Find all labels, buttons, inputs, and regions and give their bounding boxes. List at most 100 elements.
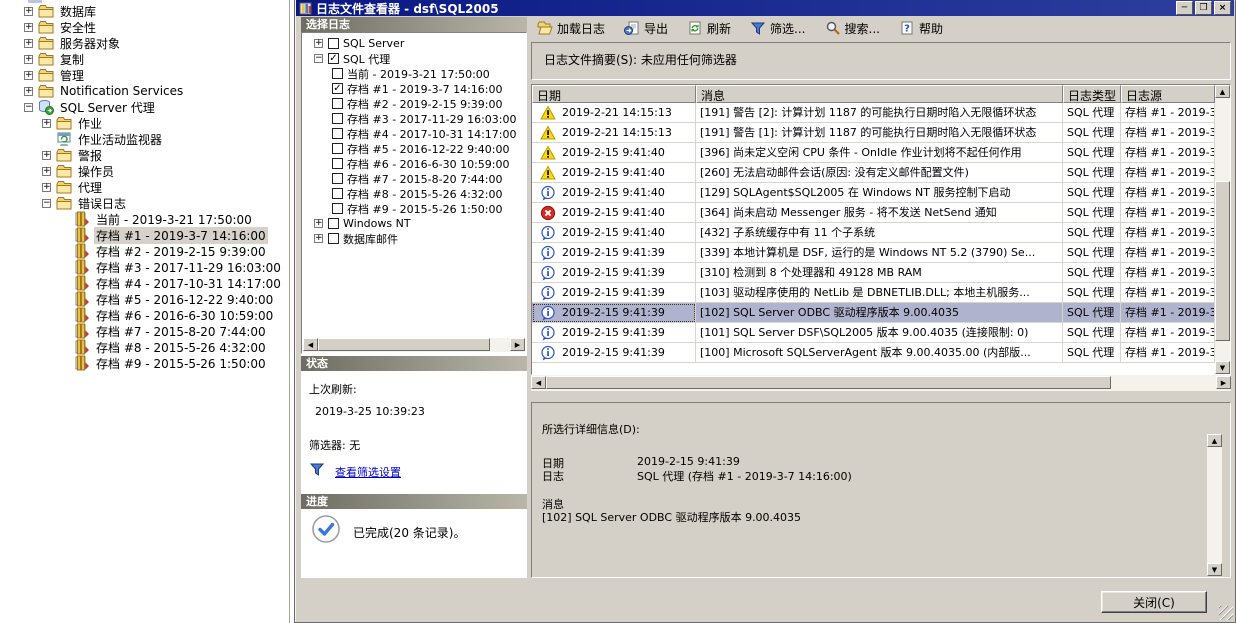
object-explorer-item[interactable]: 存档 #4 - 2017-10-31 14:17:00	[0, 275, 289, 291]
log-grid-row[interactable]: 2019-2-15 9:41:39[310] 检测到 8 个处理器和 49128…	[532, 263, 1215, 283]
log-checkbox[interactable]	[332, 128, 343, 139]
log-checkbox[interactable]	[332, 113, 343, 124]
expand-icon[interactable]: +	[24, 23, 33, 32]
resize-grip[interactable]	[1219, 606, 1233, 620]
select-log-item[interactable]: −✓SQL 代理	[302, 51, 526, 66]
log-grid-row[interactable]: 2019-2-15 9:41:40[432] 子系统缓存中有 11 个子系统SQ…	[532, 223, 1215, 243]
scroll-down-icon[interactable]: ▼	[1207, 563, 1222, 576]
log-grid-row[interactable]: 2019-2-21 14:15:13[191] 警告 [2]: 计算计划 118…	[532, 103, 1215, 123]
log-checkbox[interactable]	[332, 203, 343, 214]
object-explorer-item[interactable]: 存档 #9 - 2015-5-26 1:50:00	[0, 355, 289, 371]
minimize-button[interactable]: ─	[1176, 1, 1193, 15]
select-log-item[interactable]: 存档 #9 - 2015-5-26 1:50:00	[302, 201, 526, 216]
log-checkbox[interactable]	[328, 38, 339, 49]
object-explorer-item[interactable]: +作业	[0, 115, 289, 131]
toolbar-button-open-folder[interactable]: 加载日志	[535, 19, 607, 38]
select-log-item[interactable]: ✓存档 #1 - 2019-3-7 14:16:00	[302, 81, 526, 96]
vscroll-thumb[interactable]	[1215, 181, 1230, 341]
object-explorer-item[interactable]: +代理	[0, 179, 289, 195]
scroll-right-icon[interactable]: ▶	[1216, 376, 1231, 389]
expand-icon[interactable]: +	[24, 87, 33, 96]
toolbar-button-search[interactable]: 搜索...	[823, 19, 882, 38]
log-grid-row[interactable]: 2019-2-15 9:41:40[364] 尚未启动 Messenger 服务…	[532, 203, 1215, 223]
collapse-icon[interactable]: −	[314, 54, 323, 63]
select-log-item[interactable]: +SQL Server	[302, 36, 526, 51]
collapse-icon[interactable]: −	[42, 199, 51, 208]
select-log-item[interactable]: 存档 #4 - 2017-10-31 14:17:00	[302, 126, 526, 141]
object-explorer-item[interactable]: 存档 #6 - 2016-6-30 10:59:00	[0, 307, 289, 323]
object-explorer-item[interactable]: +数据库	[0, 3, 289, 19]
log-checkbox[interactable]	[332, 158, 343, 169]
expand-icon[interactable]: +	[24, 55, 33, 64]
scroll-down-icon[interactable]: ▼	[1215, 361, 1230, 374]
log-checkbox[interactable]	[332, 173, 343, 184]
scroll-up-icon[interactable]: ▲	[1207, 434, 1222, 447]
log-grid-row[interactable]: 2019-2-21 14:15:13[191] 警告 [1]: 计算计划 118…	[532, 123, 1215, 143]
log-checkbox[interactable]	[332, 143, 343, 154]
close-button[interactable]: 关闭(C)	[1101, 591, 1207, 613]
expand-icon[interactable]: +	[24, 7, 33, 16]
object-explorer-item[interactable]: 存档 #3 - 2017-11-29 16:03:00	[0, 259, 289, 275]
maximize-button[interactable]: ❒	[1195, 1, 1212, 15]
select-logs-hscrollbar[interactable]: ◀ ▶	[303, 338, 525, 352]
object-explorer-item[interactable]: +服务器对象	[0, 35, 289, 51]
object-explorer-item[interactable]: 存档 #7 - 2015-8-20 7:44:00	[0, 323, 289, 339]
toolbar-button-refresh[interactable]: 刷新	[685, 19, 733, 38]
expand-icon[interactable]: +	[42, 183, 51, 192]
object-explorer-item[interactable]: 作业活动监视器	[0, 131, 289, 147]
log-checkbox[interactable]	[328, 218, 339, 229]
expand-icon[interactable]: +	[42, 167, 51, 176]
object-explorer-item[interactable]: +操作员	[0, 163, 289, 179]
object-explorer-item[interactable]: 存档 #8 - 2015-5-26 4:32:00	[0, 339, 289, 355]
log-grid-row[interactable]: 2019-2-15 9:41:39[102] SQL Server ODBC 驱…	[532, 303, 1215, 323]
object-explorer-item[interactable]: 当前 - 2019-3-21 17:50:00	[0, 211, 289, 227]
object-explorer-item[interactable]: +复制	[0, 51, 289, 67]
object-explorer-item[interactable]: +Notification Services	[0, 83, 289, 99]
toolbar-button-help[interactable]: ?帮助	[897, 19, 945, 38]
object-explorer-item[interactable]: 存档 #5 - 2016-12-22 9:40:00	[0, 291, 289, 307]
log-checkbox[interactable]: ✓	[332, 83, 343, 94]
column-header-logsource[interactable]: 日志源	[1121, 85, 1215, 103]
log-checkbox[interactable]	[332, 98, 343, 109]
select-log-item[interactable]: 存档 #3 - 2017-11-29 16:03:00	[302, 111, 526, 126]
expand-icon[interactable]: +	[314, 219, 323, 228]
dialog-titlebar[interactable]: 日志文件查看器 - dsf\SQL2005 ─ ❒ ×	[296, 0, 1234, 16]
object-explorer-item[interactable]: 存档 #2 - 2019-2-15 9:39:00	[0, 243, 289, 259]
select-log-item[interactable]: +Windows NT	[302, 216, 526, 231]
object-explorer-item[interactable]: +安全性	[0, 19, 289, 35]
log-grid-row[interactable]: 2019-2-15 9:41:40[260] 无法启动邮件会话(原因: 没有定义…	[532, 163, 1215, 183]
select-log-item[interactable]: 当前 - 2019-3-21 17:50:00	[302, 66, 526, 81]
expand-icon[interactable]: +	[24, 39, 33, 48]
log-checkbox[interactable]	[328, 233, 339, 244]
log-checkbox[interactable]: ✓	[328, 53, 339, 64]
toolbar-button-export[interactable]: 导出	[622, 19, 670, 38]
log-grid-row[interactable]: 2019-2-15 9:41:39[339] 本地计算机是 DSF, 运行的是 …	[532, 243, 1215, 263]
column-header-message[interactable]: 消息	[696, 85, 1063, 103]
hscroll-thumb[interactable]	[546, 376, 1111, 389]
object-explorer-item[interactable]: 存档 #1 - 2019-3-7 14:16:00	[0, 227, 289, 243]
select-log-item[interactable]: +数据库邮件	[302, 231, 526, 246]
column-header-date[interactable]: 日期	[532, 85, 696, 103]
log-checkbox[interactable]	[332, 68, 343, 79]
select-log-item[interactable]: 存档 #6 - 2016-6-30 10:59:00	[302, 156, 526, 171]
log-grid-row[interactable]: 2019-2-15 9:41:39[100] Microsoft SQLServ…	[532, 343, 1215, 363]
expand-icon[interactable]: +	[314, 39, 323, 48]
collapse-icon[interactable]: −	[24, 103, 33, 112]
select-log-item[interactable]: 存档 #8 - 2015-5-26 4:32:00	[302, 186, 526, 201]
scroll-left-icon[interactable]: ◀	[531, 376, 546, 389]
log-grid-row[interactable]: 2019-2-15 9:41:40[396] 尚未定义空闲 CPU 条件 - O…	[532, 143, 1215, 163]
object-explorer-item[interactable]: −SQL Server 代理	[0, 99, 289, 115]
grid-hscrollbar[interactable]: ◀ ▶	[531, 375, 1231, 391]
select-log-item[interactable]: 存档 #2 - 2019-2-15 9:39:00	[302, 96, 526, 111]
object-explorer-item[interactable]: −错误日志	[0, 195, 289, 211]
column-header-logtype[interactable]: 日志类型	[1063, 85, 1121, 103]
log-grid-row[interactable]: 2019-2-15 9:41:39[101] SQL Server DSF\SQ…	[532, 323, 1215, 343]
details-vscrollbar[interactable]: ▲ ▼	[1207, 434, 1222, 576]
close-window-button[interactable]: ×	[1214, 1, 1231, 15]
log-grid-row[interactable]: 2019-2-15 9:41:39[103] 驱动程序使用的 NetLib 是 …	[532, 283, 1215, 303]
object-explorer-item[interactable]: +警报	[0, 147, 289, 163]
view-filter-settings-link[interactable]: 查看筛选设置	[335, 464, 401, 480]
log-grid-row[interactable]: 2019-2-15 9:41:40[129] SQLAgent$SQL2005 …	[532, 183, 1215, 203]
scroll-right-icon[interactable]: ▶	[510, 338, 525, 351]
hscroll-thumb[interactable]	[318, 338, 490, 351]
